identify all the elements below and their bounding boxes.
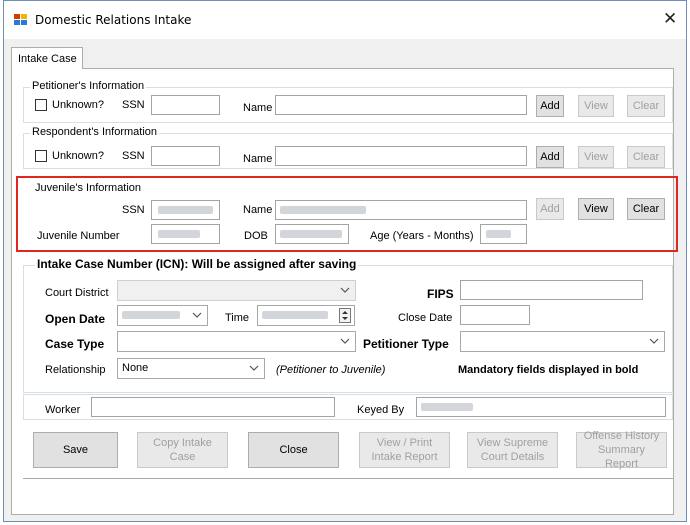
petitioner-unknown-label: Unknown?	[52, 99, 104, 111]
petitioner-unknown-checkbox[interactable]	[35, 99, 47, 111]
spinner-icon[interactable]	[339, 308, 351, 323]
masked-value	[421, 403, 473, 411]
divider	[23, 478, 673, 479]
chevron-down-icon	[340, 338, 350, 344]
close-date-input[interactable]	[460, 305, 530, 325]
relationship-label: Relationship	[45, 364, 106, 376]
petitioner-add-button[interactable]: Add	[536, 95, 564, 117]
offense-history-summary-report-button[interactable]: Offense History Summary Report	[576, 430, 667, 470]
respondent-name-input[interactable]	[275, 146, 527, 166]
fips-label: FIPS	[427, 287, 454, 301]
masked-value	[122, 311, 180, 319]
petitioner-view-button[interactable]: View	[578, 95, 614, 117]
respondent-view-button[interactable]: View	[578, 146, 614, 168]
fips-input[interactable]	[460, 280, 643, 300]
respondent-ssn-input[interactable]	[151, 146, 220, 166]
window-title: Domestic Relations Intake	[35, 13, 192, 27]
keyed-by-label: Keyed By	[357, 404, 405, 416]
relationship-value: None	[122, 362, 149, 374]
case-type-select[interactable]	[117, 331, 356, 352]
chevron-down-icon	[340, 287, 350, 293]
chevron-down-icon	[249, 365, 259, 371]
court-district-label: Court District	[45, 287, 109, 299]
keyed-by-input[interactable]	[416, 397, 666, 417]
worker-input[interactable]	[91, 397, 335, 417]
time-picker[interactable]	[257, 305, 355, 326]
view-print-intake-report-button[interactable]: View / Print Intake Report	[359, 432, 450, 468]
chevron-down-icon	[649, 338, 659, 344]
tab-intake-case[interactable]: Intake Case	[11, 47, 83, 69]
petitioner-type-label: Petitioner Type	[363, 337, 449, 351]
masked-value	[262, 311, 328, 319]
respondent-clear-button[interactable]: Clear	[627, 146, 665, 168]
respondent-add-button[interactable]: Add	[536, 146, 564, 168]
relationship-note: (Petitioner to Juvenile)	[276, 364, 386, 376]
petitioner-clear-button[interactable]: Clear	[627, 95, 665, 117]
petitioner-legend: Petitioner's Information	[30, 80, 147, 92]
view-supreme-court-details-button[interactable]: View Supreme Court Details	[467, 432, 558, 468]
petitioner-type-select[interactable]	[460, 331, 665, 352]
petitioner-name-input[interactable]	[275, 95, 527, 115]
copy-intake-case-button[interactable]: Copy Intake Case	[137, 432, 228, 468]
court-district-select[interactable]	[117, 280, 356, 301]
respondent-unknown-label: Unknown?	[52, 150, 104, 162]
relationship-select[interactable]: None	[117, 358, 265, 379]
open-date-label: Open Date	[45, 312, 106, 326]
time-label: Time	[225, 312, 250, 324]
petitioner-ssn-input[interactable]	[151, 95, 220, 115]
open-date-picker[interactable]	[117, 305, 208, 326]
chevron-down-icon	[192, 312, 202, 318]
case-type-label: Case Type	[45, 337, 105, 351]
tab-label: Intake Case	[18, 53, 77, 65]
respondent-name-label: Name	[243, 153, 273, 165]
worker-label: Worker	[45, 404, 81, 416]
close-icon[interactable]: ✕	[663, 9, 677, 29]
save-button[interactable]: Save	[33, 432, 118, 468]
close-date-label: Close Date	[398, 312, 453, 324]
petitioner-name-label: Name	[243, 102, 273, 114]
close-button[interactable]: Close	[248, 432, 339, 468]
highlight-box	[16, 176, 678, 252]
mandatory-note: Mandatory fields displayed in bold	[458, 364, 639, 376]
petitioner-ssn-label: SSN	[122, 99, 145, 111]
app-icon	[14, 14, 27, 25]
respondent-ssn-label: SSN	[122, 150, 145, 162]
title-bar: Domestic Relations Intake ✕	[4, 1, 686, 39]
intake-legend: Intake Case Number (ICN): Will be assign…	[35, 257, 359, 271]
respondent-legend: Respondent's Information	[30, 126, 160, 138]
respondent-unknown-checkbox[interactable]	[35, 150, 47, 162]
